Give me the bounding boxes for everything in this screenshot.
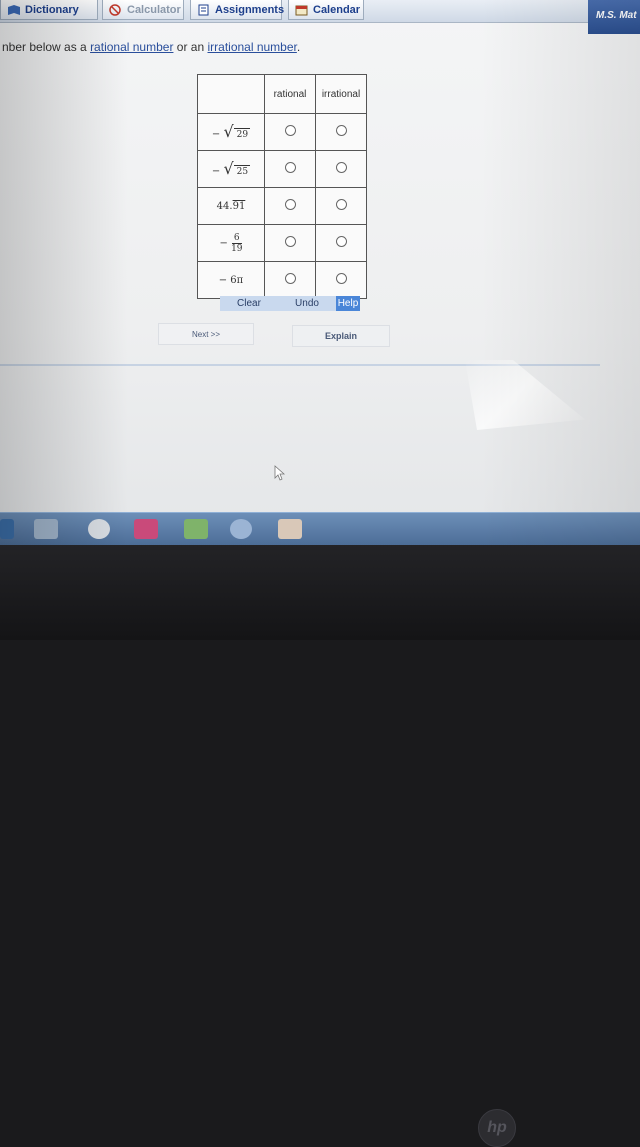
irrational-number-link[interactable]: irrational number	[207, 40, 296, 54]
irrational-option-cell[interactable]	[315, 187, 367, 225]
number-cell: − √ 25	[197, 150, 265, 188]
irrational-radio[interactable]	[335, 199, 347, 210]
decimal-whole: 44.	[216, 200, 233, 212]
irrational-option-cell[interactable]	[315, 113, 367, 151]
number-cell: 44.91	[197, 187, 265, 225]
irrational-option-cell[interactable]	[315, 150, 367, 188]
number-column-header	[197, 74, 265, 114]
radicand: 29	[233, 128, 251, 140]
monitor-bezel: hp	[0, 545, 640, 1147]
top-toolbar: Dictionary Calculator Assignments Calend…	[0, 0, 640, 34]
expression-neg-sqrt-29: − √ 29	[211, 124, 251, 140]
decimal-repeating: 91	[232, 200, 246, 212]
rational-option-cell[interactable]	[264, 150, 316, 188]
rational-number-link[interactable]: rational number	[90, 40, 173, 54]
dictionary-button[interactable]: Dictionary	[0, 0, 98, 20]
sign: −	[211, 166, 221, 177]
rational-radio[interactable]	[284, 199, 296, 210]
rational-option-cell[interactable]	[264, 224, 316, 262]
expression-neg-6pi: − 6π	[218, 274, 244, 286]
rational-radio[interactable]	[284, 236, 296, 247]
mouse-cursor-icon	[274, 465, 286, 481]
radical-sign: √	[223, 122, 234, 141]
denominator: 19	[231, 243, 243, 254]
table-row: − 6π	[197, 261, 367, 299]
instruction-middle: or an	[173, 40, 208, 54]
calendar-icon	[295, 4, 309, 16]
instruction-prefix: nber below as a	[2, 40, 91, 54]
radicand: 25	[233, 165, 251, 177]
table-row: − 6 19	[197, 224, 367, 262]
dictionary-label: Dictionary	[25, 3, 79, 16]
table-row: 44.91	[197, 187, 367, 225]
irrational-option-cell[interactable]	[315, 224, 367, 262]
folder-icon[interactable]	[34, 519, 58, 539]
expression-neg-sqrt-25: − √ 25	[211, 161, 251, 177]
assignments-label: Assignments	[215, 3, 285, 16]
number-cell: − 6π	[197, 261, 265, 299]
numerator: 6	[231, 232, 242, 244]
app-icon[interactable]	[278, 519, 302, 539]
media-player-icon[interactable]	[88, 519, 110, 539]
calendar-label: Calendar	[313, 3, 361, 16]
question-instruction: nber below as a rational number or an ir…	[2, 40, 300, 54]
calculator-label: Calculator	[127, 3, 181, 16]
sign: −	[211, 129, 221, 140]
irrational-column-header: irrational	[315, 74, 367, 114]
rational-option-cell[interactable]	[264, 261, 316, 299]
answer-action-bar: Clear Undo Help	[220, 296, 360, 311]
table-row: − √ 25	[197, 150, 367, 188]
instruction-suffix: .	[296, 40, 301, 54]
rational-radio[interactable]	[284, 162, 296, 173]
answer-table: rational irrational − √ 29 − √ 25 44.91 …	[197, 74, 367, 299]
fraction: 6 19	[231, 233, 242, 254]
irrational-radio[interactable]	[335, 236, 347, 247]
radical-sign: √	[223, 159, 234, 178]
rational-radio[interactable]	[284, 273, 296, 284]
calculator-button[interactable]: Calculator	[102, 0, 184, 20]
rational-option-cell[interactable]	[264, 113, 316, 151]
help-button[interactable]: Help	[336, 296, 360, 311]
sign: −	[219, 237, 228, 249]
screen-glare	[465, 360, 585, 430]
calendar-button[interactable]: Calendar	[288, 0, 364, 20]
expression-repeating-decimal: 44.91	[217, 201, 246, 212]
calculator-icon	[109, 3, 123, 16]
rational-option-cell[interactable]	[264, 187, 316, 225]
table-header-row: rational irrational	[197, 74, 367, 114]
app-icon[interactable]	[184, 519, 208, 539]
assignment-icon	[197, 4, 211, 16]
user-name-tab[interactable]: M.S. Mat	[588, 0, 640, 34]
next-button[interactable]: Next >>	[158, 323, 254, 345]
rational-column-header: rational	[264, 74, 316, 114]
expression-neg-fraction: − 6 19	[219, 233, 242, 254]
table-row: − √ 29	[197, 113, 367, 151]
number-cell: − √ 29	[197, 113, 265, 151]
irrational-radio[interactable]	[335, 125, 347, 136]
number-cell: − 6 19	[197, 224, 265, 262]
explain-button[interactable]: Explain	[292, 325, 390, 347]
irrational-radio[interactable]	[335, 162, 347, 173]
hp-app-icon[interactable]	[230, 519, 252, 539]
start-button[interactable]	[0, 519, 14, 539]
clear-button[interactable]: Clear	[220, 296, 278, 311]
hp-logo: hp	[478, 1109, 516, 1147]
irrational-option-cell[interactable]	[315, 261, 367, 299]
app-icon[interactable]	[134, 519, 158, 539]
rational-radio[interactable]	[284, 125, 296, 136]
screen: Dictionary Calculator Assignments Calend…	[0, 0, 640, 545]
irrational-radio[interactable]	[335, 273, 347, 284]
undo-button[interactable]: Undo	[278, 296, 336, 311]
taskbar	[0, 512, 640, 545]
assignments-button[interactable]: Assignments	[190, 0, 285, 20]
book-icon	[7, 4, 21, 16]
